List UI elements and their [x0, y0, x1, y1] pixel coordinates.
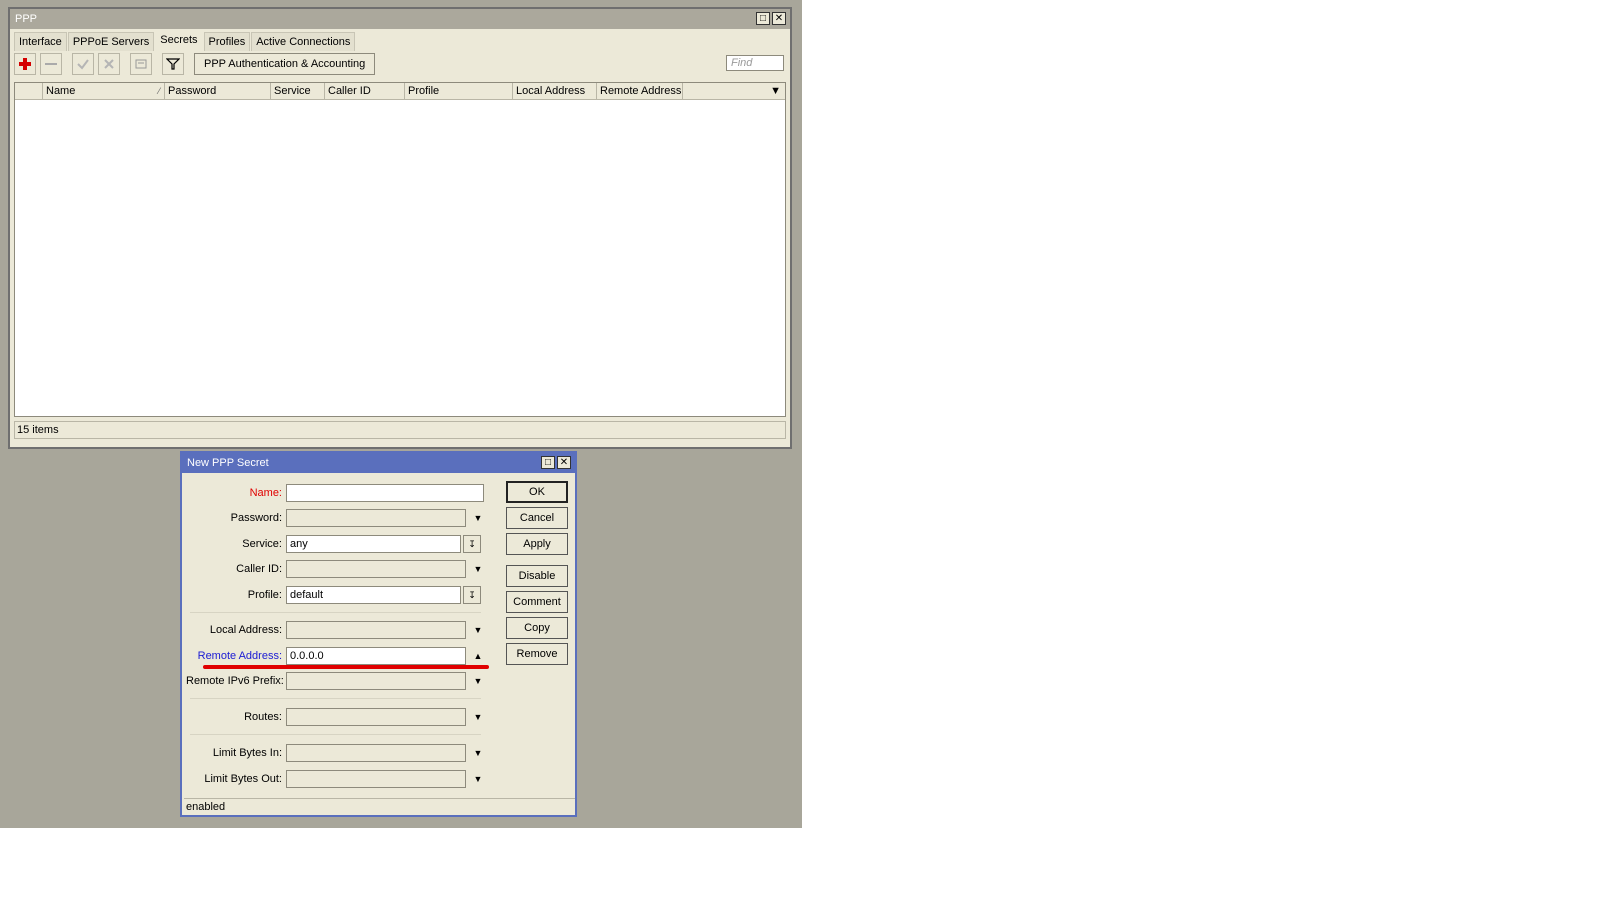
copy-button[interactable]: Copy [506, 617, 568, 639]
col-name[interactable]: Name ⁄ [43, 83, 165, 99]
dialog-status-bar: enabled [184, 798, 575, 817]
ok-button[interactable]: OK [506, 481, 568, 503]
limit-bytes-in-label: Limit Bytes In: [212, 747, 282, 759]
chevron-up-icon[interactable]: ▲ [469, 647, 487, 665]
enable-icon[interactable] [72, 53, 94, 75]
password-label: Password: [230, 512, 282, 524]
ppp-status-bar: 15 items [14, 421, 786, 439]
col-service[interactable]: Service [271, 83, 325, 99]
ppp-titlebar[interactable]: PPP □ ✕ [10, 9, 790, 29]
remote-address-field[interactable]: 0.0.0.0 [286, 647, 466, 665]
cancel-button[interactable]: Cancel [506, 507, 568, 529]
secrets-table: Name ⁄ Password Service Caller ID Profile… [14, 82, 786, 417]
chevron-down-icon[interactable]: ▼ [469, 744, 487, 762]
remote-ipv6-prefix-label: Remote IPv6 Prefix: [186, 675, 284, 687]
caller-id-label: Caller ID: [236, 563, 282, 575]
divider [190, 612, 481, 613]
chevron-down-icon[interactable]: ▼ [469, 621, 487, 639]
limit-bytes-out-row: Limit Bytes Out: ▼ [186, 769, 487, 789]
tab-secrets[interactable]: Secrets [155, 30, 203, 51]
remote-address-label[interactable]: Remote Address: [186, 650, 286, 662]
close-icon[interactable]: ✕ [557, 456, 571, 469]
add-icon[interactable] [14, 53, 36, 75]
ppp-window-title: PPP [15, 13, 38, 25]
col-remote-address[interactable]: Remote Address [597, 83, 683, 99]
ppp-window: PPP □ ✕ Interface PPPoE Servers Secrets … [8, 7, 792, 449]
tab-interface[interactable]: Interface [14, 32, 67, 51]
local-address-row: Local Address: ▼ [186, 620, 487, 640]
select-arrow-icon[interactable]: ↧ [463, 535, 481, 553]
remote-ipv6-prefix-field[interactable] [286, 672, 466, 690]
service-row: Service: any ↧ [186, 534, 481, 554]
name-field[interactable] [286, 484, 484, 502]
close-icon[interactable]: ✕ [772, 12, 786, 25]
highlight-underline [203, 665, 489, 669]
caller-id-row: Caller ID: ▼ [186, 559, 487, 579]
password-field[interactable] [286, 509, 466, 527]
column-chooser-icon[interactable]: ▼ [683, 83, 785, 99]
tab-profiles[interactable]: Profiles [203, 32, 251, 51]
comment-icon[interactable] [130, 53, 152, 75]
table-header: Name ⁄ Password Service Caller ID Profile… [15, 83, 785, 100]
profile-row: Profile: default ↧ [186, 585, 481, 605]
col-flag[interactable] [15, 83, 43, 99]
apply-button[interactable]: Apply [506, 533, 568, 555]
limit-bytes-out-field[interactable] [286, 770, 466, 788]
tab-bar: Interface PPPoE Servers Secrets Profiles… [10, 29, 790, 51]
local-address-label: Local Address: [209, 624, 282, 636]
limit-bytes-out-label: Limit Bytes Out: [204, 773, 282, 785]
col-caller-id[interactable]: Caller ID [325, 83, 405, 99]
comment-button[interactable]: Comment [506, 591, 568, 613]
caller-id-field[interactable] [286, 560, 466, 578]
toolbar: PPP Authentication & Accounting Find [10, 51, 790, 77]
maximize-icon[interactable]: □ [756, 12, 770, 25]
col-local-address[interactable]: Local Address [513, 83, 597, 99]
chevron-down-icon[interactable]: ▼ [469, 672, 487, 690]
col-password[interactable]: Password [165, 83, 271, 99]
tab-active-connections[interactable]: Active Connections [251, 32, 356, 51]
profile-select[interactable]: default [286, 586, 461, 604]
profile-label: Profile: [247, 589, 282, 601]
remove-icon[interactable] [40, 53, 62, 75]
sort-icon: ⁄ [158, 86, 160, 96]
remote-ipv6-prefix-row: Remote IPv6 Prefix: ▼ [186, 671, 487, 691]
routes-row: Routes: ▼ [186, 707, 487, 727]
dialog-titlebar[interactable]: New PPP Secret □ ✕ [182, 453, 575, 473]
dialog-title: New PPP Secret [187, 457, 269, 469]
limit-bytes-in-row: Limit Bytes In: ▼ [186, 743, 487, 763]
limit-bytes-in-field[interactable] [286, 744, 466, 762]
ppp-auth-accounting-button[interactable]: PPP Authentication & Accounting [194, 53, 376, 75]
maximize-icon[interactable]: □ [541, 456, 555, 469]
find-input[interactable]: Find [726, 55, 784, 71]
service-label: Service: [242, 538, 282, 550]
select-arrow-icon[interactable]: ↧ [463, 586, 481, 604]
tab-pppoe-servers[interactable]: PPPoE Servers [67, 32, 155, 51]
chevron-down-icon[interactable]: ▼ [469, 770, 487, 788]
local-address-field[interactable] [286, 621, 466, 639]
chevron-down-icon[interactable]: ▼ [469, 509, 487, 527]
disable-button[interactable]: Disable [506, 565, 568, 587]
password-row: Password: ▼ [186, 508, 487, 528]
chevron-down-icon[interactable]: ▼ [469, 708, 487, 726]
name-row: Name: [186, 483, 484, 503]
service-select[interactable]: any [286, 535, 461, 553]
divider [190, 698, 481, 699]
filter-icon[interactable] [162, 53, 184, 75]
new-ppp-secret-dialog: New PPP Secret □ ✕ Name: Password: ▼ Ser… [180, 451, 577, 817]
routes-field[interactable] [286, 708, 466, 726]
disable-icon[interactable] [98, 53, 120, 75]
remove-button[interactable]: Remove [506, 643, 568, 665]
remote-address-row: Remote Address: 0.0.0.0 ▲ [186, 646, 487, 666]
name-label: Name: [249, 487, 282, 499]
col-profile[interactable]: Profile [405, 83, 513, 99]
chevron-down-icon[interactable]: ▼ [469, 560, 487, 578]
routes-label: Routes: [244, 711, 282, 723]
divider [190, 734, 481, 735]
